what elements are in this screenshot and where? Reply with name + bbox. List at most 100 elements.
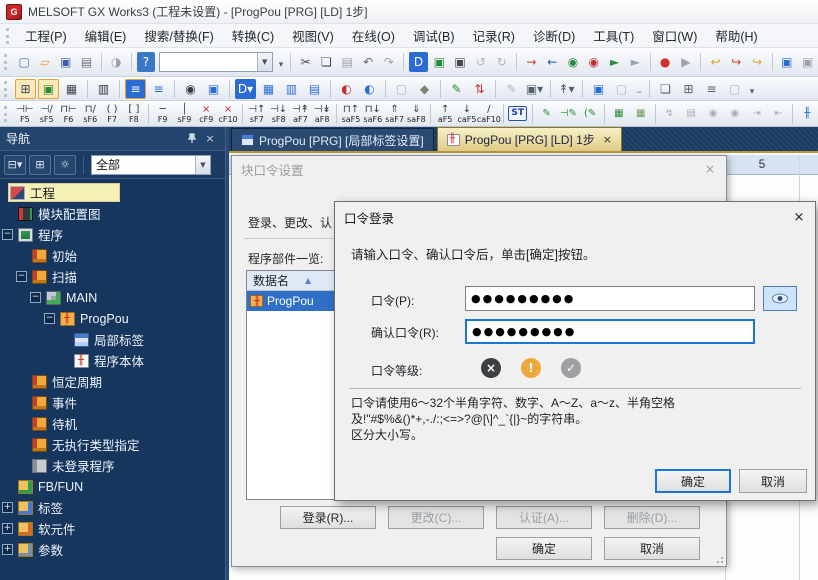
comment-jump-back-icon[interactable]: ↪ <box>748 52 767 72</box>
online-change-tool[interactable]: ↯ <box>659 102 681 126</box>
menu-item[interactable]: 编辑(E) <box>76 23 136 48</box>
chevron-down-icon[interactable]: ▼ <box>195 156 210 174</box>
menu-item[interactable]: 工具(T) <box>584 23 643 48</box>
offline-tool-icon[interactable]: ▢ <box>391 79 412 99</box>
refresh-all-icon[interactable]: ↻ <box>492 52 511 72</box>
tree-item-scan[interactable]: 扫描 <box>0 266 225 287</box>
navigation-window-icon[interactable]: ⊞ <box>15 79 36 99</box>
device-skip-icon[interactable]: ▶ <box>676 52 695 72</box>
comment-list-icon[interactable]: ≡ <box>148 79 169 99</box>
rising-pulse-branch-tool[interactable]: ⊓↑ saF5 <box>340 102 362 126</box>
ok-button[interactable]: 确定 <box>496 537 592 560</box>
tree-filter-combobox[interactable]: 全部 ▼ <box>91 155 211 175</box>
tree-item-module-config[interactable]: 模块配置图 <box>0 203 225 224</box>
tree-item-no-exec-type[interactable]: 无执行类型指定 <box>0 434 225 455</box>
rising-pulse-tool[interactable]: ⊣↑ sF7 <box>246 102 268 126</box>
close-icon[interactable]: × <box>201 130 219 148</box>
label-edit-icon[interactable]: ✎ <box>446 79 467 99</box>
pin-icon[interactable] <box>183 130 201 148</box>
show-password-button[interactable] <box>763 286 797 311</box>
print-icon[interactable]: ▤ <box>77 52 96 72</box>
expand-tree-icon[interactable]: ⊞ <box>29 155 51 175</box>
edit-coil-table-tool[interactable]: ▦ <box>630 102 652 126</box>
verify-red-icon[interactable]: ◉ <box>584 52 603 72</box>
edit-contact-tool[interactable]: ⊣✎ <box>557 102 579 126</box>
write-to-plc-icon[interactable]: → <box>522 52 541 72</box>
falling-pulse-tool[interactable]: ⊣↓ sF8 <box>268 102 290 126</box>
tree-expander[interactable] <box>2 523 13 534</box>
resize-grip[interactable] <box>716 556 724 564</box>
refresh-icon[interactable]: ↺ <box>472 52 491 72</box>
branch-line-tool[interactable]: ╫ <box>796 102 818 126</box>
menu-item[interactable]: 在线(O) <box>343 23 404 48</box>
tree-item-parameter[interactable]: 参数 <box>0 539 225 560</box>
undo-icon[interactable]: ↶ <box>359 52 378 72</box>
tree-item-fixed-scan[interactable]: 恒定周期 <box>0 371 225 392</box>
stop-flag-icon[interactable]: ► <box>626 52 645 72</box>
vertical-line-tool[interactable]: │ sF9 <box>174 102 196 126</box>
device-display-icon[interactable]: D <box>409 52 428 72</box>
register-button[interactable]: 登录(R)... <box>280 506 376 529</box>
delete-horizontal-line-tool[interactable]: × cF9 <box>195 102 217 126</box>
delete-vertical-line-tool[interactable]: × cF10 <box>217 102 239 126</box>
find-contact-tool[interactable]: ◉ <box>702 102 724 126</box>
tree-item-program[interactable]: 程序 <box>0 224 225 245</box>
module-chip-icon[interactable]: ▥ <box>93 79 114 99</box>
menu-item[interactable]: 窗口(W) <box>643 23 706 48</box>
ok-button[interactable]: 确定 <box>655 469 731 493</box>
edit-mode-tool[interactable]: ✎ <box>536 102 558 126</box>
toolbar-overflow-icon[interactable]: ▾ <box>276 52 287 72</box>
confirm-password-input[interactable] <box>465 319 755 344</box>
insert-row-tool[interactable]: ⇥ <box>746 102 768 126</box>
tree-item-standby[interactable]: 待机 <box>0 413 225 434</box>
comment-jump-icon[interactable]: ↩ <box>706 52 725 72</box>
tree-item-fbfun[interactable]: FB/FUN <box>0 476 225 497</box>
settings-gear-icon[interactable]: ☼ <box>54 155 76 175</box>
hmi-window-icon[interactable]: ▦ <box>61 79 82 99</box>
close-branch-tool[interactable]: ⊓/ sF6 <box>79 102 101 126</box>
monitor-stop-icon[interactable]: ▣ <box>451 52 470 72</box>
edit-contact-table-tool[interactable]: ▦ <box>608 102 630 126</box>
io-assignment-icon[interactable]: ⇅ <box>469 79 490 99</box>
watch-window-icon[interactable]: ▣ <box>203 79 224 99</box>
find-binoculars-icon[interactable]: ◉ <box>180 79 201 99</box>
device-batch-monitor-icon[interactable]: ▦ <box>258 79 279 99</box>
cancel-button[interactable]: 取消 <box>604 537 700 560</box>
authenticate-button[interactable]: 认证(A)... <box>496 506 592 529</box>
read-from-plc-icon[interactable]: ← <box>543 52 562 72</box>
toolbar-overflow-icon[interactable]: ▾ <box>746 79 758 99</box>
change-button[interactable]: 更改(C)... <box>388 506 484 529</box>
pc-monitor-off-icon[interactable]: ▣ <box>798 52 817 72</box>
tree-expander[interactable] <box>16 271 27 282</box>
close-contact-tool[interactable]: ⊣/ sF5 <box>36 102 58 126</box>
open-branch-tool[interactable]: ⊓⊢ F6 <box>58 102 80 126</box>
stopwatch-icon[interactable]: ◐ <box>336 79 357 99</box>
capture-menu-icon[interactable]: ▣▾ <box>524 79 545 99</box>
tree-item-local-label[interactable]: 局部标签 <box>0 329 225 350</box>
ladder-list-icon[interactable]: ≡ <box>125 79 146 99</box>
user-window-icon[interactable]: ▢ <box>724 79 745 99</box>
tree-item-progpou[interactable]: ProgPou <box>0 308 225 329</box>
open-contact-tool[interactable]: ⊣⊢ F5 <box>14 102 36 126</box>
invert-falling-tool[interactable]: ↓ caF5 <box>456 102 478 126</box>
tree-expander[interactable] <box>2 544 13 555</box>
device-buffer-monitor-icon[interactable]: ▤ <box>304 79 325 99</box>
help-icon[interactable]: ? <box>137 52 156 72</box>
tree-item-main[interactable]: MAIN <box>0 287 225 308</box>
device-display-menu-icon[interactable]: D▾ <box>235 79 256 99</box>
falling-pulse-branch-tool[interactable]: ⊓↓ saF6 <box>362 102 384 126</box>
tree-item-initial[interactable]: 初始 <box>0 245 225 266</box>
tree-item-unregistered[interactable]: 未登录程序 <box>0 455 225 476</box>
toolbar-overflow-icon[interactable]: − <box>633 79 645 99</box>
close-icon[interactable]: × <box>783 210 815 225</box>
cancel-button[interactable]: 取消 <box>739 469 807 493</box>
device-record-icon[interactable]: ● <box>656 52 675 72</box>
invert-result-tool[interactable]: ∕ caF10 <box>478 102 500 126</box>
tree-item-program-body[interactable]: 程序本体 <box>0 350 225 371</box>
tree-item-event[interactable]: 事件 <box>0 392 225 413</box>
dialog-title-bar[interactable]: 口令登录 × <box>335 202 815 232</box>
dock-window-icon[interactable]: ▢ <box>611 79 632 99</box>
dialog-title-bar[interactable]: 块口令设置 × <box>232 156 726 182</box>
menu-item[interactable]: 帮助(H) <box>706 23 766 48</box>
menu-item[interactable]: 搜索/替换(F) <box>135 23 222 48</box>
